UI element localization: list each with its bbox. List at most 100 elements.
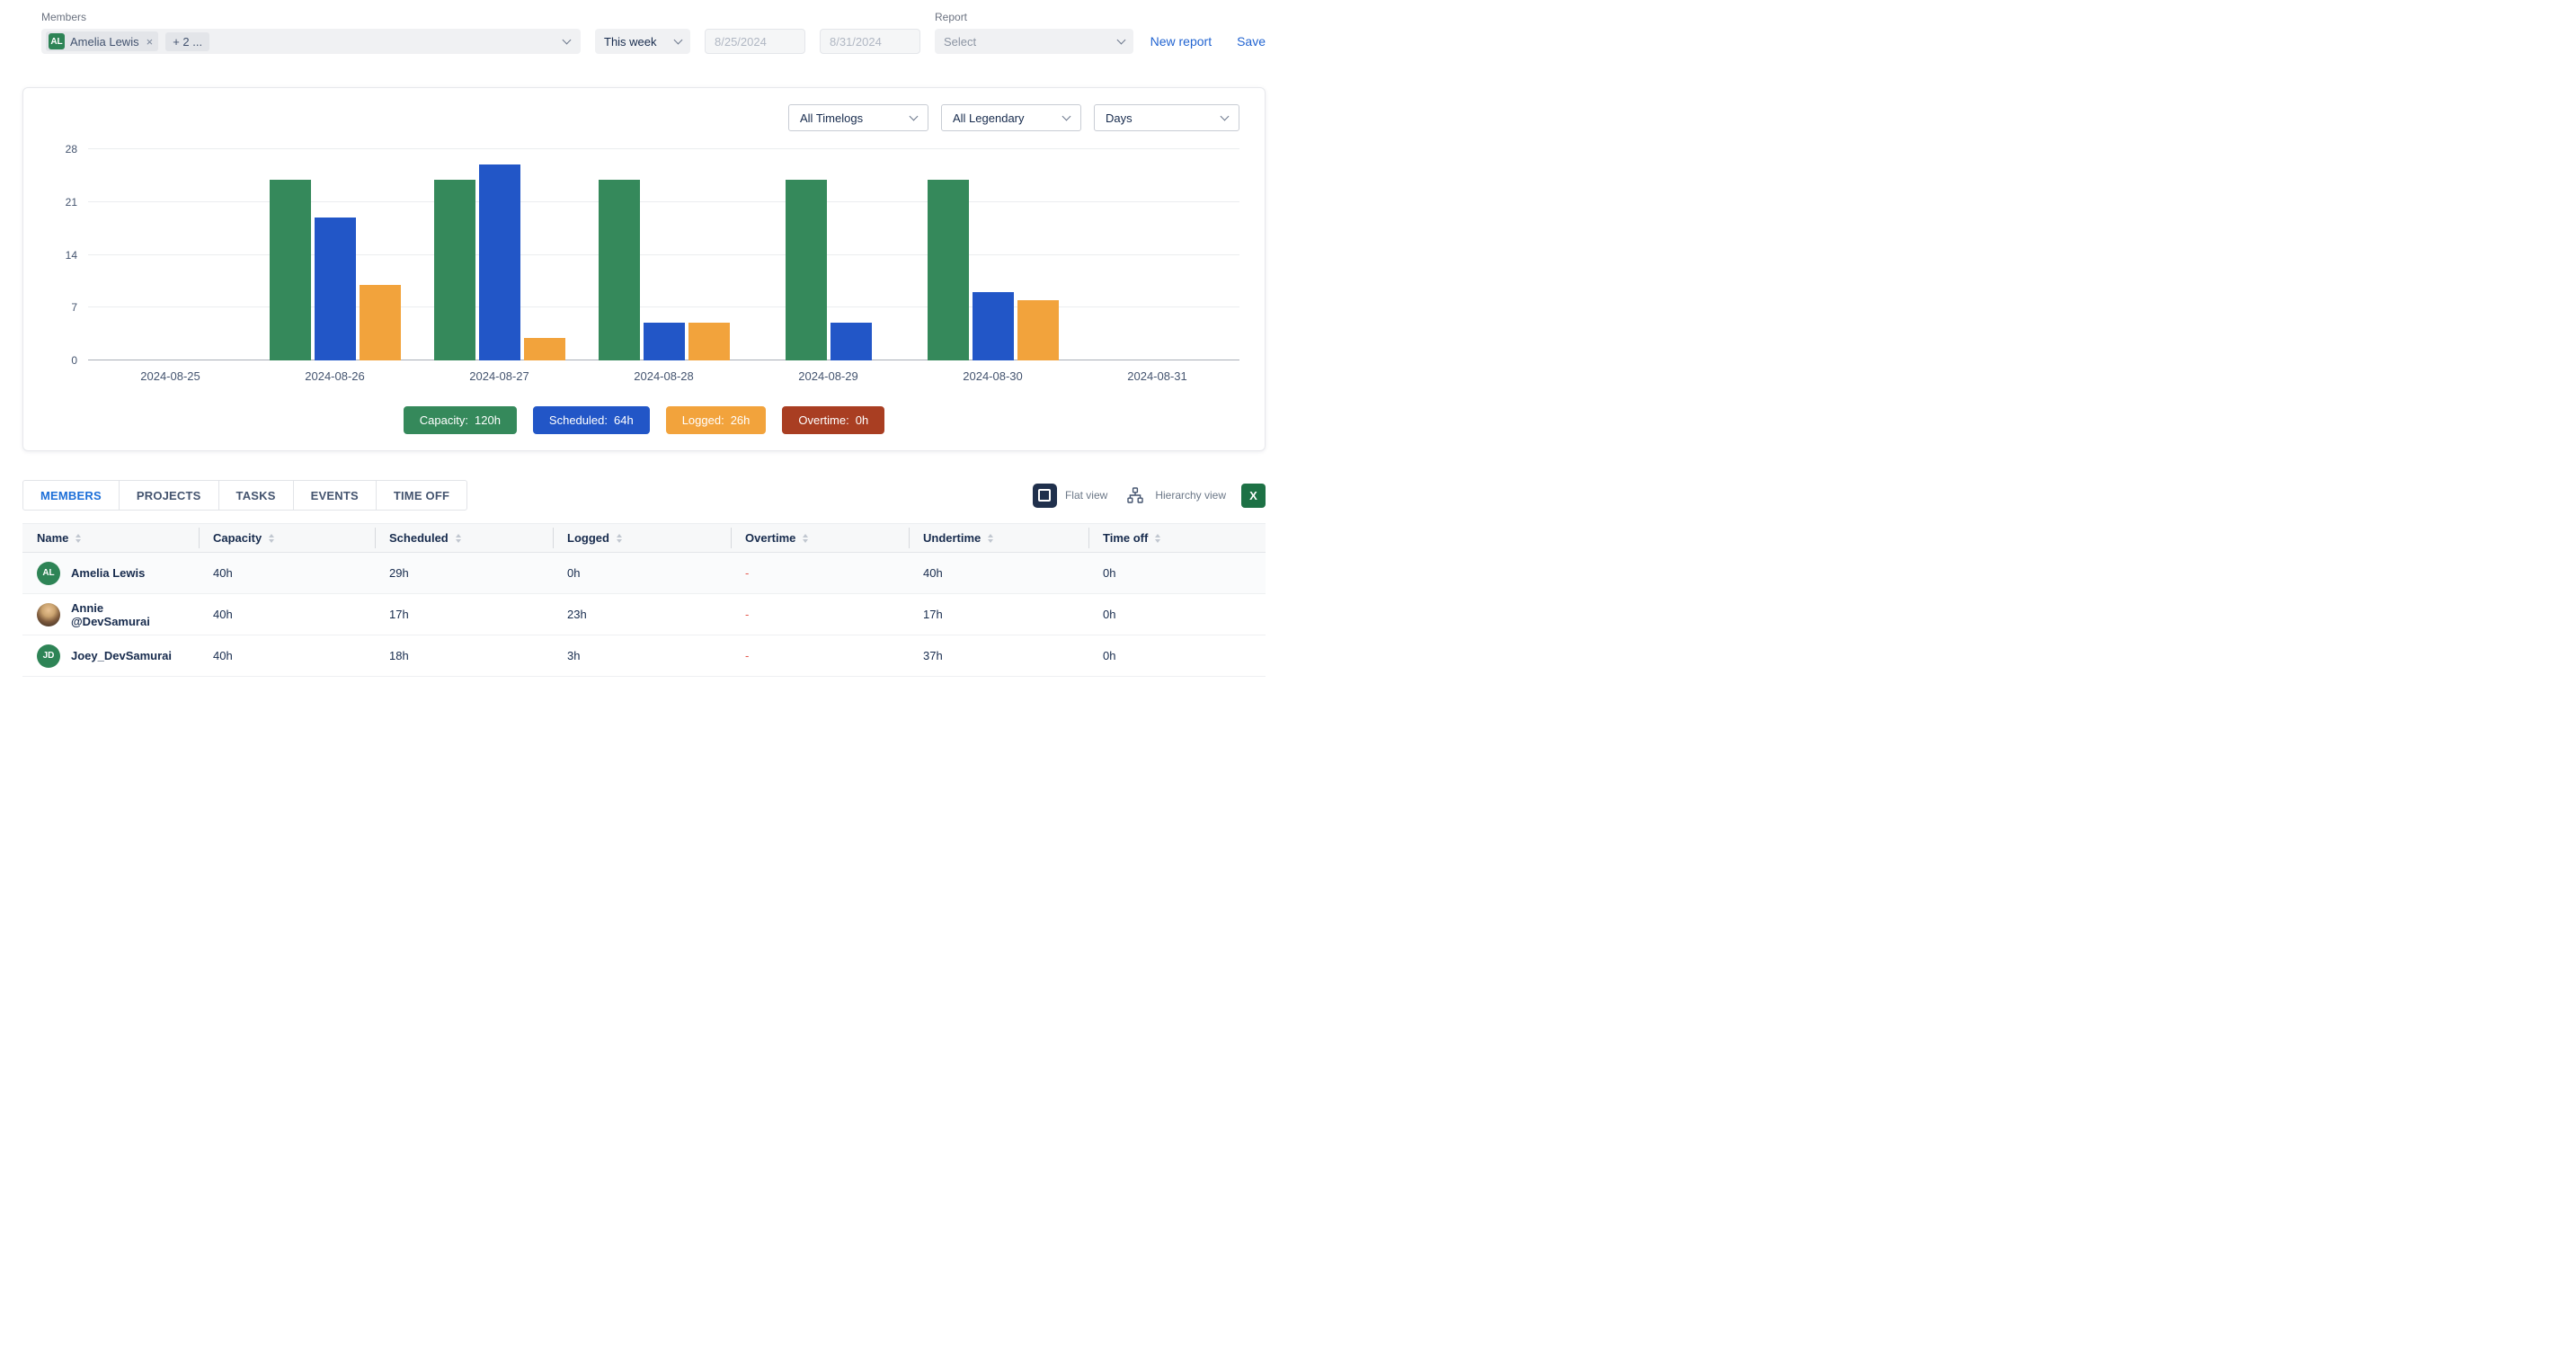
bar-chart: 07142128 2024-08-252024-08-262024-08-272…: [49, 149, 1239, 383]
legend-logged-button[interactable]: Logged: 26h: [666, 406, 767, 434]
column-header-capacity[interactable]: Capacity: [199, 524, 375, 553]
tab-events[interactable]: EVENTS: [293, 480, 377, 511]
bar-group-2024-08-28: [582, 149, 746, 360]
members-field: Members AL Amelia Lewis × + 2 ...: [41, 11, 581, 54]
filter-select-legendary[interactable]: All Legendary: [941, 104, 1081, 131]
toolbar-links: New report Save: [1150, 34, 1266, 54]
bar-capacity-2024-08-30[interactable]: [928, 180, 969, 360]
bar-group-2024-08-31: [1075, 149, 1239, 360]
bar-capacity-2024-08-29[interactable]: [786, 180, 827, 360]
sort-icon[interactable]: [988, 534, 993, 543]
bar-logged-2024-08-28[interactable]: [688, 323, 730, 360]
cell-overtime: -: [731, 594, 909, 635]
legend-scheduled-button[interactable]: Scheduled:64h: [533, 406, 650, 434]
chevron-down-icon: [910, 111, 919, 120]
legend-label: Logged:: [682, 413, 724, 427]
bar-capacity-2024-08-27[interactable]: [434, 180, 475, 360]
sort-icon[interactable]: [617, 534, 622, 543]
bar-group-2024-08-25: [88, 149, 253, 360]
member-name: Amelia Lewis: [71, 566, 145, 580]
bar-group-2024-08-29: [746, 149, 910, 360]
chevron-down-icon: [563, 35, 572, 44]
legend-value: 0h: [856, 413, 868, 427]
filter-select-timelogs[interactable]: All Timelogs: [788, 104, 928, 131]
sort-icon[interactable]: [1155, 534, 1160, 543]
x-axis-label: 2024-08-25: [88, 369, 253, 383]
table-topbar: MEMBERSPROJECTSTASKSEVENTSTIME OFF Flat …: [22, 480, 1266, 523]
more-members-chip[interactable]: + 2 ...: [165, 32, 209, 51]
legend-label: Capacity:: [420, 413, 468, 427]
save-link[interactable]: Save: [1237, 34, 1266, 49]
x-axis-label: 2024-08-27: [417, 369, 582, 383]
sort-icon[interactable]: [803, 534, 808, 543]
hierarchy-view-icon[interactable]: [1123, 484, 1147, 508]
chart-card: All Timelogs All Legendary Days 07142128 2…: [22, 87, 1266, 451]
chart-groups: [88, 149, 1239, 360]
flat-view-icon[interactable]: [1033, 484, 1057, 508]
cell-time-off: 0h: [1088, 553, 1266, 594]
sort-icon[interactable]: [456, 534, 461, 543]
cell-capacity: 40h: [199, 594, 375, 635]
column-header-overtime[interactable]: Overtime: [731, 524, 909, 553]
table-row[interactable]: ALAmelia Lewis40h29h0h-40h0h: [22, 553, 1266, 594]
member-name: Annie @DevSamurai: [71, 601, 184, 628]
table-header-row: Name Capacity ScheduledLoggedOvertimeUnder…: [22, 524, 1266, 553]
bar-scheduled-2024-08-27[interactable]: [479, 164, 520, 360]
bar-scheduled-2024-08-26[interactable]: [315, 218, 356, 360]
table-body: ALAmelia Lewis40h29h0h-40h0hAnnie @DevSa…: [22, 553, 1266, 677]
tab-timeoff[interactable]: TIME OFF: [376, 480, 467, 511]
y-axis-tick: 21: [66, 196, 77, 209]
chart-plot: 07142128: [88, 149, 1239, 360]
cell-logged: 0h: [553, 553, 731, 594]
cell-name: Annie @DevSamurai: [22, 594, 199, 635]
column-header-scheduled[interactable]: Scheduled: [375, 524, 553, 553]
bar-logged-2024-08-27[interactable]: [524, 338, 565, 360]
legend-value: 64h: [614, 413, 634, 427]
column-header-undertime[interactable]: Undertime: [909, 524, 1088, 553]
bar-capacity-2024-08-26[interactable]: [270, 180, 311, 360]
sort-icon[interactable]: [76, 534, 81, 543]
report-select[interactable]: Select: [935, 29, 1133, 54]
column-header-name[interactable]: Name: [22, 524, 199, 553]
new-report-link[interactable]: New report: [1150, 34, 1212, 49]
sort-icon[interactable]: [269, 534, 274, 543]
bar-scheduled-2024-08-30[interactable]: [973, 292, 1014, 360]
bar-logged-2024-08-26[interactable]: [360, 285, 401, 360]
table-row[interactable]: JDJoey_DevSamurai40h18h3h-37h0h: [22, 635, 1266, 677]
legend-capacity-button[interactable]: Capacity:120h: [404, 406, 517, 434]
bar-scheduled-2024-08-28[interactable]: [644, 323, 685, 360]
bar-capacity-2024-08-28[interactable]: [599, 180, 640, 360]
chart-xlabels: 2024-08-252024-08-262024-08-272024-08-28…: [88, 369, 1239, 383]
remove-member-icon[interactable]: ×: [147, 35, 154, 49]
members-select[interactable]: AL Amelia Lewis × + 2 ...: [41, 29, 581, 54]
bar-logged-2024-08-30[interactable]: [1017, 300, 1059, 360]
bar-group-2024-08-30: [910, 149, 1075, 360]
members-label: Members: [41, 11, 581, 23]
filter-value: All Legendary: [953, 111, 1025, 125]
legend-value: 26h: [731, 413, 751, 427]
filter-select-granularity[interactable]: Days: [1094, 104, 1239, 131]
bar-scheduled-2024-08-29[interactable]: [831, 323, 872, 360]
table-row[interactable]: Annie @DevSamurai40h17h23h-17h0h: [22, 594, 1266, 635]
member-name: Joey_DevSamurai: [71, 649, 172, 662]
y-axis-tick: 14: [66, 249, 77, 262]
member-chip[interactable]: AL Amelia Lewis ×: [46, 31, 158, 51]
cell-logged: 3h: [553, 635, 731, 677]
bar-group-2024-08-26: [253, 149, 417, 360]
column-header-time-off[interactable]: Time off: [1088, 524, 1266, 553]
date-from-input[interactable]: [705, 29, 805, 54]
column-label: Capacity: [213, 531, 262, 545]
legend-label: Overtime:: [798, 413, 848, 427]
y-axis-tick: 7: [71, 301, 77, 314]
tab-projects[interactable]: PROJECTS: [119, 480, 219, 511]
period-select[interactable]: This week: [595, 29, 690, 54]
chevron-down-icon: [1117, 35, 1126, 44]
date-to-input[interactable]: [820, 29, 920, 54]
cell-undertime: 40h: [909, 553, 1088, 594]
cell-scheduled: 18h: [375, 635, 553, 677]
excel-export-icon[interactable]: X: [1241, 484, 1266, 508]
tab-members[interactable]: MEMBERS: [22, 480, 120, 511]
legend-overtime-button[interactable]: Overtime: 0h: [782, 406, 884, 434]
column-header-logged[interactable]: Logged: [553, 524, 731, 553]
tab-tasks[interactable]: TASKS: [218, 480, 294, 511]
